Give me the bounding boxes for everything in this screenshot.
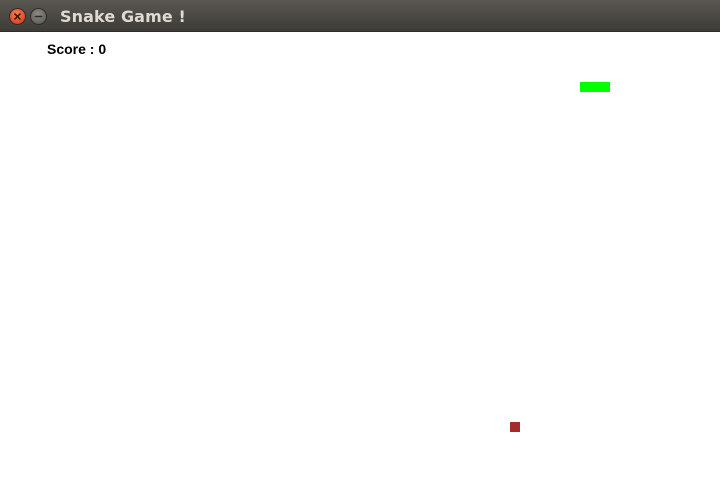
game-canvas[interactable]: Score : 0 — [0, 32, 720, 492]
food-pellet — [510, 422, 520, 432]
close-icon — [14, 13, 21, 20]
close-button[interactable] — [9, 8, 26, 25]
minimize-icon — [34, 15, 43, 18]
snake-body — [580, 82, 610, 92]
minimize-button[interactable] — [30, 8, 47, 25]
title-bar[interactable]: Snake Game ! — [0, 0, 720, 32]
game-window: Snake Game ! Score : 0 — [0, 0, 720, 492]
window-title: Snake Game ! — [60, 7, 186, 26]
score-label: Score : 0 — [47, 41, 107, 57]
